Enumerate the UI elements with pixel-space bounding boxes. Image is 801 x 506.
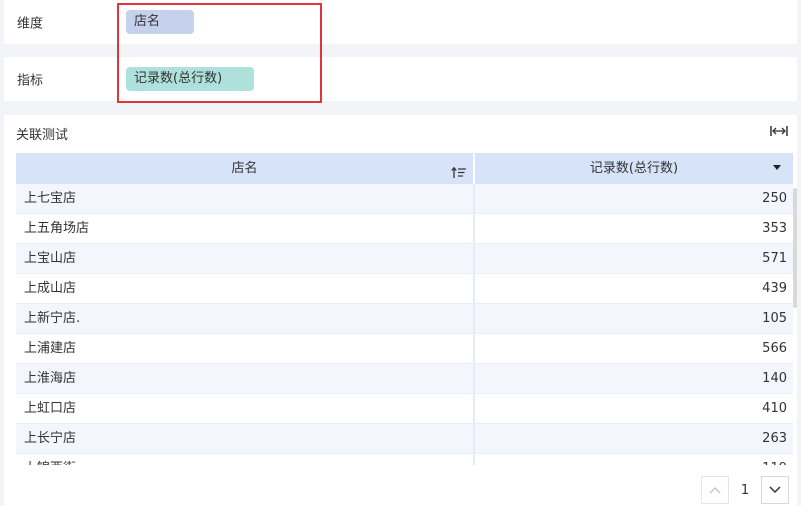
next-page-button[interactable] [761, 476, 789, 504]
cell-count: 566 [762, 341, 787, 356]
caret-down-icon[interactable] [773, 165, 781, 170]
cell-count: 140 [762, 371, 787, 386]
table-body: 上七宝店 250 上五角场店 353 上宝山店 571 上成山店 439 上新宁… [16, 184, 793, 465]
column-header-label: 店名 [231, 161, 258, 176]
cell-count: 439 [762, 281, 787, 296]
chevron-down-icon [769, 486, 781, 494]
dimension-chip[interactable]: 店名 [126, 10, 194, 34]
chevron-up-icon [709, 487, 721, 494]
dimension-label: 维度 [17, 16, 44, 32]
table-row[interactable]: 上长宁店 263 [16, 424, 793, 454]
cell-name: 上锦西街 [16, 454, 475, 465]
table-header: 店名 记录数(总行数) [16, 153, 793, 184]
table-row[interactable]: 上成山店 439 [16, 274, 793, 304]
table-row[interactable]: 上浦建店 566 [16, 334, 793, 364]
cell-name: 上浦建店 [16, 334, 475, 363]
cell-name: 上宝山店 [16, 244, 475, 273]
cell-name: 上成山店 [16, 274, 475, 303]
column-header-name[interactable]: 店名 [16, 153, 475, 184]
vertical-scrollbar[interactable] [793, 184, 797, 465]
metric-panel: 指标 记录数(总行数) [4, 57, 797, 101]
cell-name: 上七宝店 [16, 184, 475, 213]
table-row[interactable]: 上淮海店 140 [16, 364, 793, 394]
cell-count: 410 [762, 401, 787, 416]
data-table: 店名 记录数(总行数) 上七宝店 250 上五角场店 353 上宝山店 571 … [16, 153, 797, 465]
table-row[interactable]: 上七宝店 250 [16, 184, 793, 214]
table-row[interactable]: 上五角场店 353 [16, 214, 793, 244]
dimension-panel: 维度 店名 [4, 0, 797, 44]
cell-count: 105 [762, 311, 787, 326]
table-row[interactable]: 上新宁店. 105 [16, 304, 793, 334]
cell-name: 上淮海店 [16, 364, 475, 393]
column-header-count[interactable]: 记录数(总行数) [475, 153, 793, 184]
cell-count: 571 [762, 251, 787, 266]
column-header-label: 记录数(总行数) [589, 161, 679, 176]
cell-count: 119 [475, 454, 793, 465]
report-title: 关联测试 [16, 128, 69, 143]
sort-asc-icon[interactable] [451, 161, 467, 178]
scroll-thumb[interactable] [793, 188, 797, 308]
metric-label: 指标 [17, 73, 44, 89]
table-row[interactable]: 上锦西街 119 [16, 454, 793, 465]
cell-name: 上虹口店 [16, 394, 475, 423]
cell-name: 上长宁店 [16, 424, 475, 453]
cell-name: 上新宁店. [16, 304, 475, 333]
current-page-number: 1 [740, 482, 750, 498]
cell-count: 263 [762, 431, 787, 446]
pagination: 1 [701, 476, 789, 504]
table-row[interactable]: 上宝山店 571 [16, 244, 793, 274]
prev-page-button[interactable] [701, 476, 729, 504]
report-panel: 关联测试 店名 记录数(总行数) 上七宝店 250 上五角场店 353 上宝山店… [4, 115, 797, 506]
fit-width-icon[interactable] [769, 123, 789, 139]
table-row[interactable]: 上虹口店 410 [16, 394, 793, 424]
cell-name: 上五角场店 [16, 214, 475, 243]
metric-chip[interactable]: 记录数(总行数) [126, 67, 254, 91]
cell-count: 250 [762, 191, 787, 206]
cell-count: 353 [762, 221, 787, 236]
